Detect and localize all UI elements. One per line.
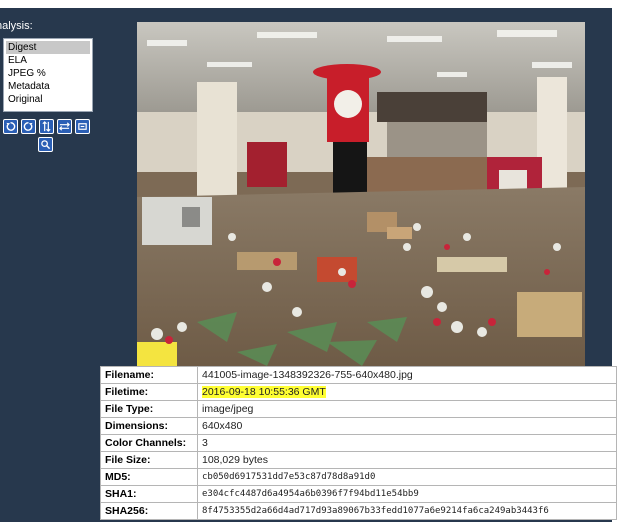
file-size-key: File Size: xyxy=(100,451,198,469)
filetype-value: image/jpeg xyxy=(197,400,617,418)
dimensions-key: Dimensions: xyxy=(100,417,198,435)
table-row: SHA1: e304cfc4487d6a4954a6b0396f7f94bd11… xyxy=(100,485,617,503)
analysis-option-jpeg[interactable]: JPEG % xyxy=(6,67,90,80)
analysis-option-ela[interactable]: ELA xyxy=(6,54,90,67)
sha256-value: 8f4753355d2a66d4ad717d93a89067b33fedd107… xyxy=(197,502,617,520)
analysis-option-original[interactable]: Original xyxy=(6,93,90,106)
filetime-cell: 2016-09-18 10:55:36 GMT xyxy=(197,383,617,401)
rotate-left-icon[interactable] xyxy=(3,119,18,134)
file-info-table: Filename: 441005-image-1348392326-755-64… xyxy=(100,366,617,520)
table-row: File Size: 108,029 bytes xyxy=(100,451,617,469)
sha1-value: e304cfc4487d6a4954a6b0396f7f94bd11e54bb9 xyxy=(197,485,617,503)
filetime-key: Filetime: xyxy=(100,383,198,401)
table-row: MD5: cb050d6917531dd7e53c87d78d8a91d0 xyxy=(100,468,617,486)
flip-horizontal-icon[interactable] xyxy=(57,119,72,134)
filetype-key: File Type: xyxy=(100,400,198,418)
magnifier-icon[interactable] xyxy=(38,137,53,152)
analysis-select-list[interactable]: Digest ELA JPEG % Metadata Original xyxy=(3,38,93,112)
rotate-right-icon[interactable] xyxy=(21,119,36,134)
filetime-value: 2016-09-18 10:55:36 GMT xyxy=(202,386,326,398)
table-row: Filename: 441005-image-1348392326-755-64… xyxy=(100,366,617,384)
image-toolbar xyxy=(3,119,90,135)
table-row: SHA256: 8f4753355d2a66d4ad717d93a89067b3… xyxy=(100,502,617,520)
fit-icon[interactable] xyxy=(75,119,90,134)
file-size-value: 108,029 bytes xyxy=(197,451,617,469)
photo-illustration xyxy=(137,22,585,366)
color-channels-key: Color Channels: xyxy=(100,434,198,452)
table-row: Filetime: 2016-09-18 10:55:36 GMT xyxy=(100,383,617,401)
analyzed-photo xyxy=(137,22,585,366)
analysis-option-digest[interactable]: Digest xyxy=(6,41,90,54)
table-row: File Type: image/jpeg xyxy=(100,400,617,418)
table-row: Dimensions: 640x480 xyxy=(100,417,617,435)
md5-key: MD5: xyxy=(100,468,198,486)
color-channels-value: 3 xyxy=(197,434,617,452)
sha1-key: SHA1: xyxy=(100,485,198,503)
flip-vertical-icon[interactable] xyxy=(39,119,54,134)
filename-key: Filename: xyxy=(100,366,198,384)
md5-value: cb050d6917531dd7e53c87d78d8a91d0 xyxy=(197,468,617,486)
analysis-label: nalysis: xyxy=(0,20,33,32)
analysis-option-metadata[interactable]: Metadata xyxy=(6,80,90,93)
sha256-key: SHA256: xyxy=(100,502,198,520)
dimensions-value: 640x480 xyxy=(197,417,617,435)
table-row: Color Channels: 3 xyxy=(100,434,617,452)
filename-value: 441005-image-1348392326-755-640x480.jpg xyxy=(197,366,617,384)
